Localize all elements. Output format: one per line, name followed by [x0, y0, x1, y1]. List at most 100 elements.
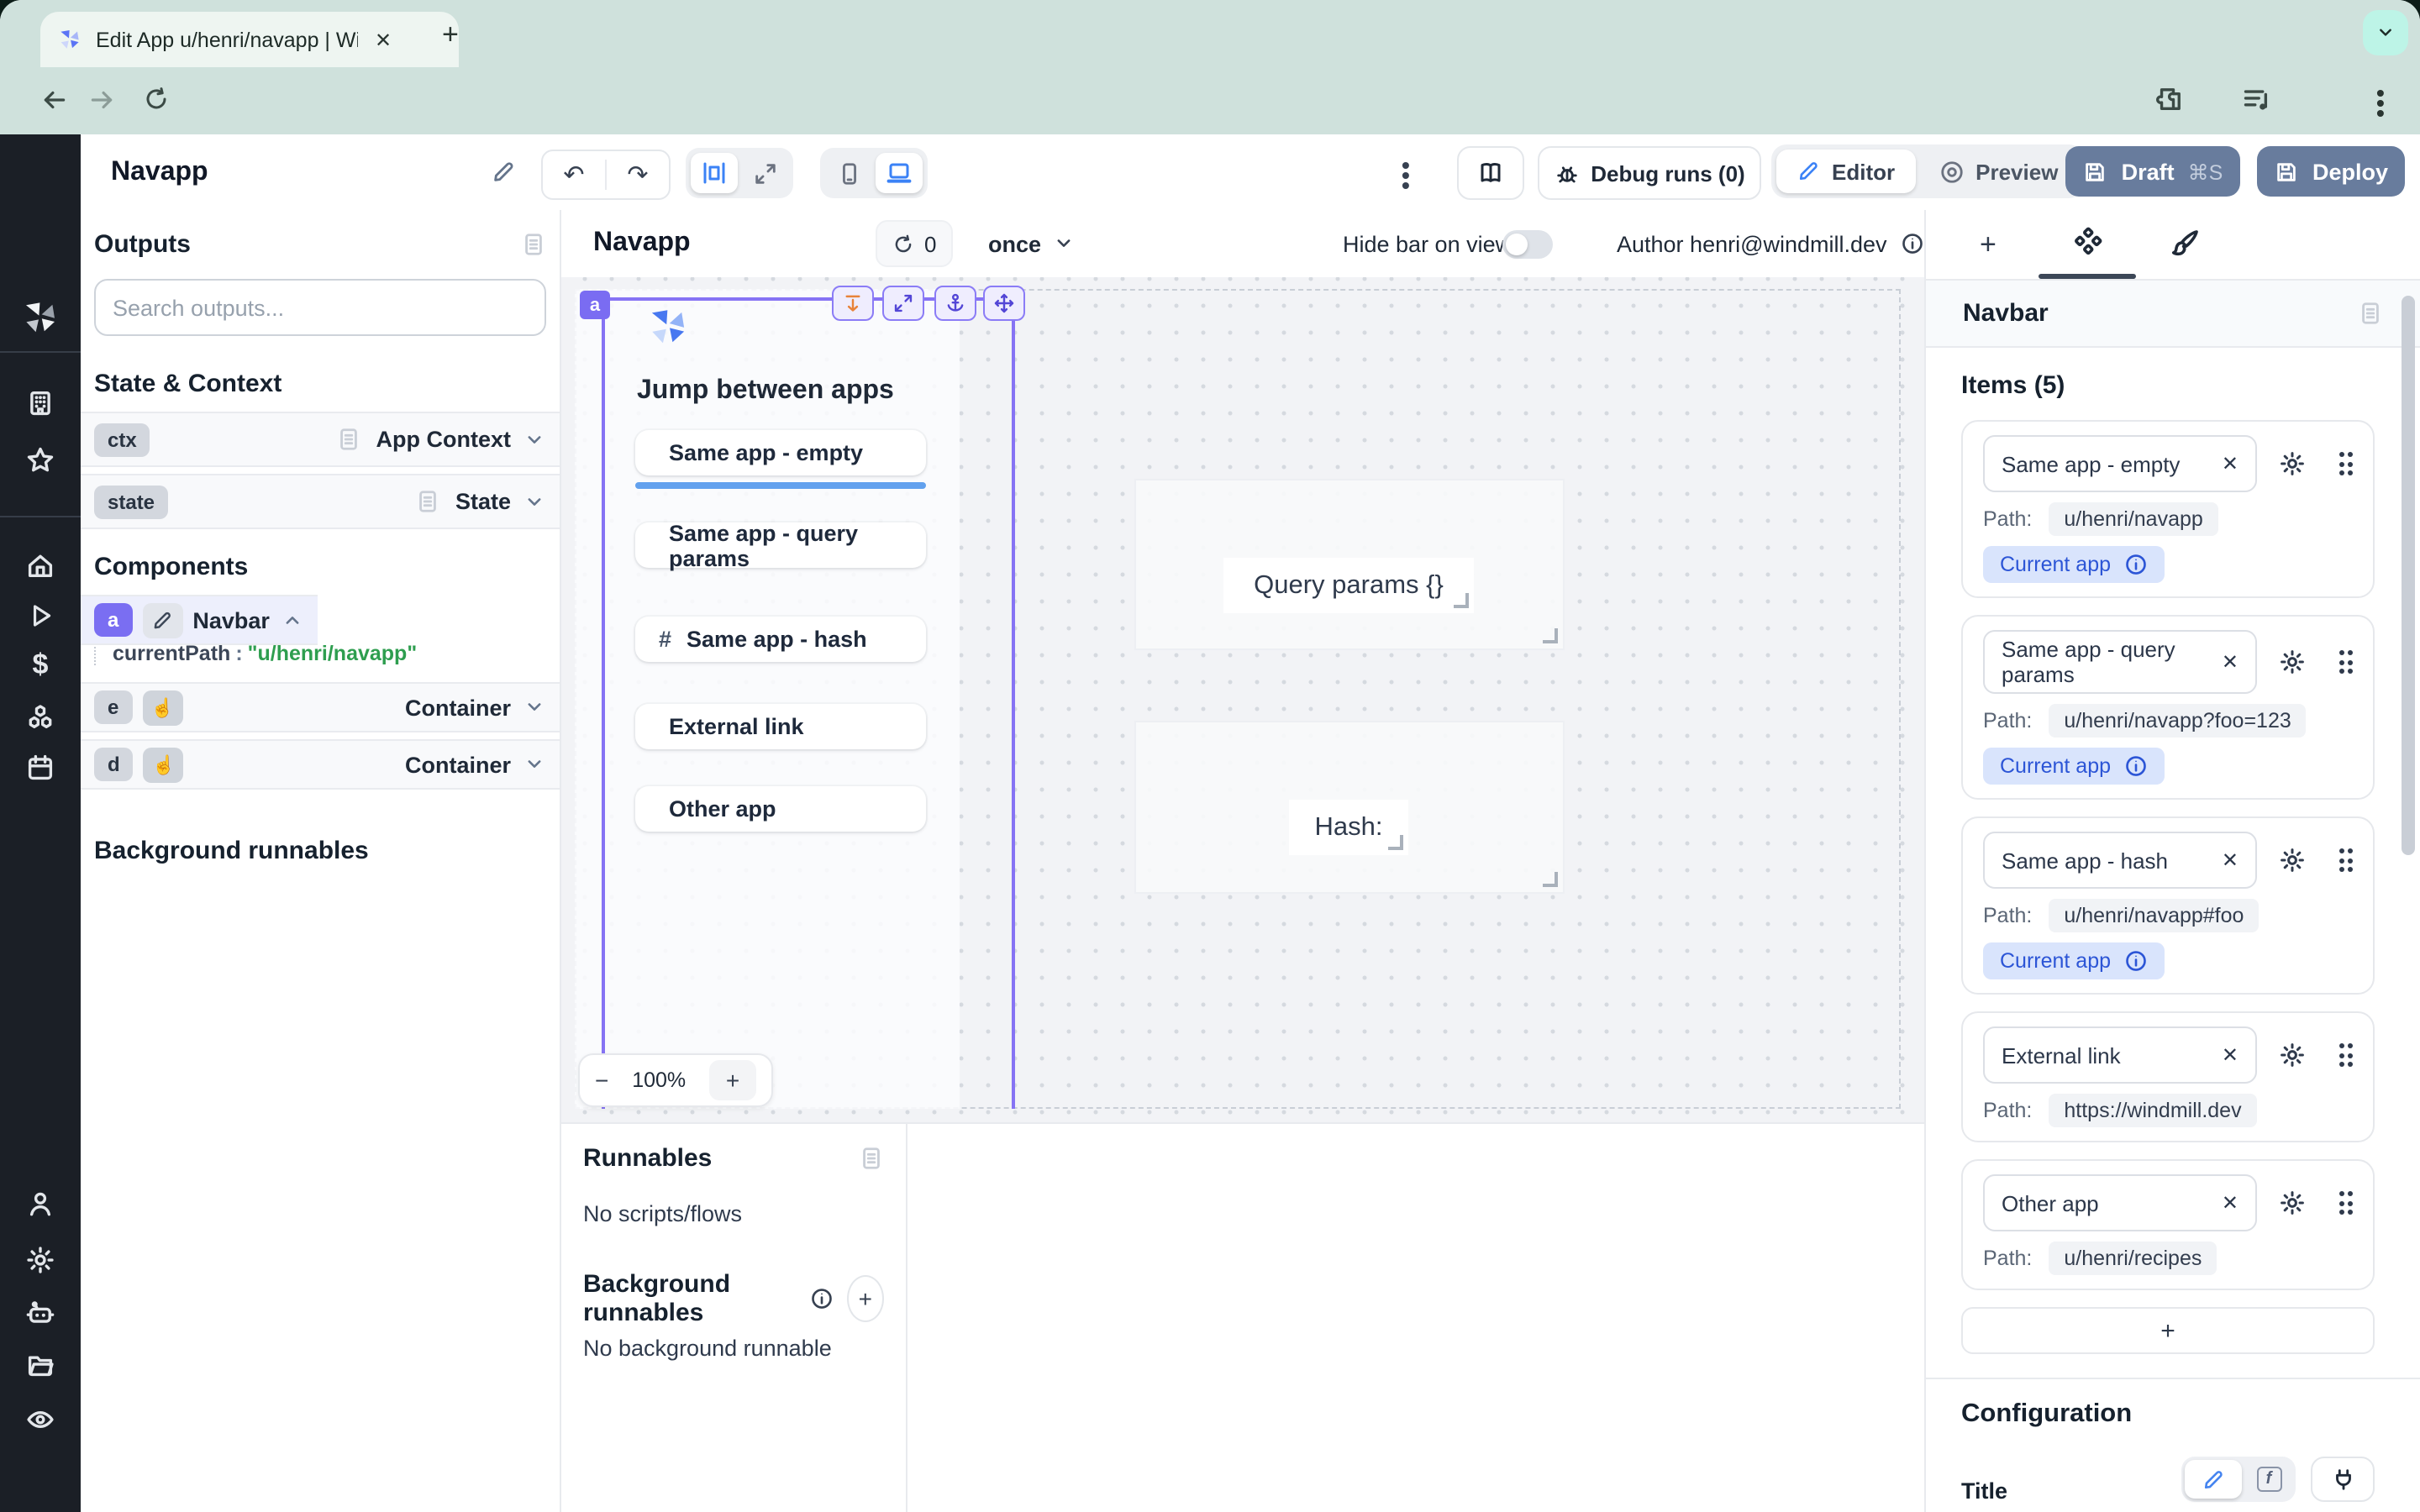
- centered-layout-button[interactable]: [691, 153, 738, 193]
- editor-tab[interactable]: Editor: [1776, 150, 1915, 193]
- tab-close-icon[interactable]: ✕: [375, 28, 392, 51]
- item-label-input[interactable]: Same app - hash✕: [1983, 832, 2257, 889]
- fullsize-button[interactable]: [882, 286, 924, 321]
- undo-button[interactable]: ↶: [543, 160, 605, 190]
- workers-icon[interactable]: [0, 1299, 81, 1329]
- remove-item-icon[interactable]: ✕: [2222, 1191, 2238, 1215]
- home-icon[interactable]: [0, 551, 81, 581]
- item-settings-icon[interactable]: [2279, 1189, 2306, 1216]
- styling-tab[interactable]: [2170, 227, 2202, 259]
- info-icon[interactable]: [810, 1287, 834, 1310]
- new-tab-button[interactable]: +: [442, 22, 459, 47]
- settings-icon[interactable]: [0, 1245, 81, 1275]
- remove-item-icon[interactable]: ✕: [2222, 452, 2238, 475]
- deploy-button[interactable]: Deploy: [2257, 146, 2405, 197]
- drag-handle-icon[interactable]: [2338, 848, 2353, 872]
- hash-text[interactable]: Hash:: [1289, 800, 1408, 855]
- rename-app-icon[interactable]: [491, 134, 516, 210]
- drag-handle-icon[interactable]: [2338, 650, 2353, 674]
- item-label-input[interactable]: External link✕: [1983, 1026, 2257, 1084]
- zoom-out-button[interactable]: −: [595, 1067, 608, 1094]
- info-icon[interactable]: [1901, 232, 1924, 255]
- search-outputs-input[interactable]: Search outputs...: [94, 279, 546, 336]
- media-controls-icon[interactable]: [2242, 84, 2272, 114]
- edit-id-icon[interactable]: [142, 602, 182, 638]
- item-path[interactable]: u/henri/recipes: [2049, 1242, 2217, 1275]
- redo-button[interactable]: ↷: [605, 160, 669, 190]
- query-params-text[interactable]: Query params {}: [1223, 558, 1474, 613]
- users-icon[interactable]: [0, 1189, 81, 1220]
- nav-item-hash[interactable]: #Same app - hash: [635, 617, 926, 662]
- item-path[interactable]: u/henri/navapp?foo=123: [2049, 704, 2306, 738]
- variables-icon[interactable]: $: [0, 648, 81, 682]
- draft-button[interactable]: Draft⌘S: [2065, 146, 2240, 197]
- container-component-e[interactable]: Query params {}: [1134, 479, 1565, 650]
- refresh-count-button[interactable]: 0: [876, 220, 953, 267]
- move-button[interactable]: [983, 286, 1025, 321]
- add-background-runnable-button[interactable]: +: [847, 1275, 884, 1322]
- currentpath-key[interactable]: currentPath: [113, 642, 230, 665]
- connect-input-button[interactable]: [2311, 1457, 2375, 1502]
- browser-menu-icon[interactable]: •••: [2376, 87, 2385, 118]
- preview-tab[interactable]: Preview: [1918, 159, 2078, 184]
- favorites-icon[interactable]: [0, 445, 81, 475]
- remove-item-icon[interactable]: ✕: [2222, 1043, 2238, 1067]
- item-path[interactable]: u/henri/navapp#foo: [2049, 899, 2259, 932]
- workspace-icon[interactable]: [0, 388, 81, 418]
- expand-down-button[interactable]: [832, 286, 874, 321]
- more-options-icon[interactable]: •••: [1402, 160, 1410, 190]
- nav-item-external-link[interactable]: External link: [635, 704, 926, 749]
- docs-button[interactable]: [1457, 146, 1524, 200]
- component-settings-tab[interactable]: [2072, 227, 2104, 259]
- fx-mode-button[interactable]: f: [2245, 1460, 2292, 1499]
- remove-item-icon[interactable]: ✕: [2222, 848, 2238, 872]
- item-path[interactable]: https://windmill.dev: [2049, 1094, 2256, 1127]
- runs-icon[interactable]: [0, 601, 81, 630]
- audit-logs-icon[interactable]: [0, 1404, 81, 1435]
- static-mode-button[interactable]: [2185, 1460, 2242, 1499]
- hide-bar-toggle[interactable]: [1502, 210, 1553, 277]
- item-settings-icon[interactable]: [2279, 847, 2306, 874]
- output-row-state[interactable]: state State: [81, 474, 560, 529]
- insert-component-tab[interactable]: +: [1980, 228, 1996, 262]
- container-component-d[interactable]: Hash:: [1134, 721, 1565, 894]
- item-settings-icon[interactable]: [2279, 450, 2306, 477]
- windmill-logo-icon[interactable]: [0, 297, 81, 338]
- folders-icon[interactable]: [0, 1349, 81, 1379]
- desktop-view-button[interactable]: [876, 153, 923, 193]
- component-row-d[interactable]: d ☝ Container: [81, 739, 560, 790]
- tab-search-chevron-button[interactable]: [2363, 10, 2408, 55]
- output-row-ctx[interactable]: ctx App Context: [81, 412, 560, 467]
- reload-icon[interactable]: [143, 86, 170, 113]
- item-label-input[interactable]: Same app - empty✕: [1983, 435, 2257, 492]
- item-settings-icon[interactable]: [2279, 1042, 2306, 1068]
- anchor-button[interactable]: [934, 286, 976, 321]
- component-row-a[interactable]: a Navbar: [81, 595, 318, 645]
- mobile-view-button[interactable]: [825, 153, 872, 193]
- item-label-input[interactable]: Other app✕: [1983, 1174, 2257, 1231]
- debug-runs-button[interactable]: Debug runs (0): [1538, 146, 1761, 200]
- add-item-button[interactable]: +: [1961, 1307, 2375, 1354]
- item-settings-icon[interactable]: [2279, 648, 2306, 675]
- app-canvas[interactable]: a Jump between apps Same app - empty Sam…: [561, 277, 1924, 1122]
- nav-item-same-app-empty[interactable]: Same app - empty: [635, 430, 926, 475]
- resources-icon[interactable]: [0, 702, 81, 732]
- refresh-mode-dropdown[interactable]: once: [988, 210, 1075, 277]
- currentpath-value[interactable]: "u/henri/navapp": [248, 642, 418, 665]
- forward-icon[interactable]: [87, 86, 116, 114]
- collapse-panel-icon[interactable]: [521, 232, 546, 257]
- nav-item-query-params[interactable]: Same app - query params: [635, 522, 926, 568]
- component-row-e[interactable]: e ☝ Container: [81, 682, 560, 732]
- schedules-icon[interactable]: [0, 753, 81, 783]
- remove-item-icon[interactable]: ✕: [2222, 650, 2238, 674]
- item-path[interactable]: u/henri/navapp: [2049, 502, 2217, 536]
- drag-handle-icon[interactable]: [2338, 452, 2353, 475]
- zoom-in-button[interactable]: +: [709, 1060, 756, 1100]
- back-icon[interactable]: [40, 86, 69, 114]
- drag-handle-icon[interactable]: [2338, 1043, 2353, 1067]
- nav-item-other-app[interactable]: Other app: [635, 786, 926, 832]
- panel-scrollbar[interactable]: [2402, 296, 2415, 855]
- extensions-icon[interactable]: [2154, 84, 2185, 114]
- drag-handle-icon[interactable]: [2338, 1191, 2353, 1215]
- item-label-input[interactable]: Same app - query params✕: [1983, 630, 2257, 694]
